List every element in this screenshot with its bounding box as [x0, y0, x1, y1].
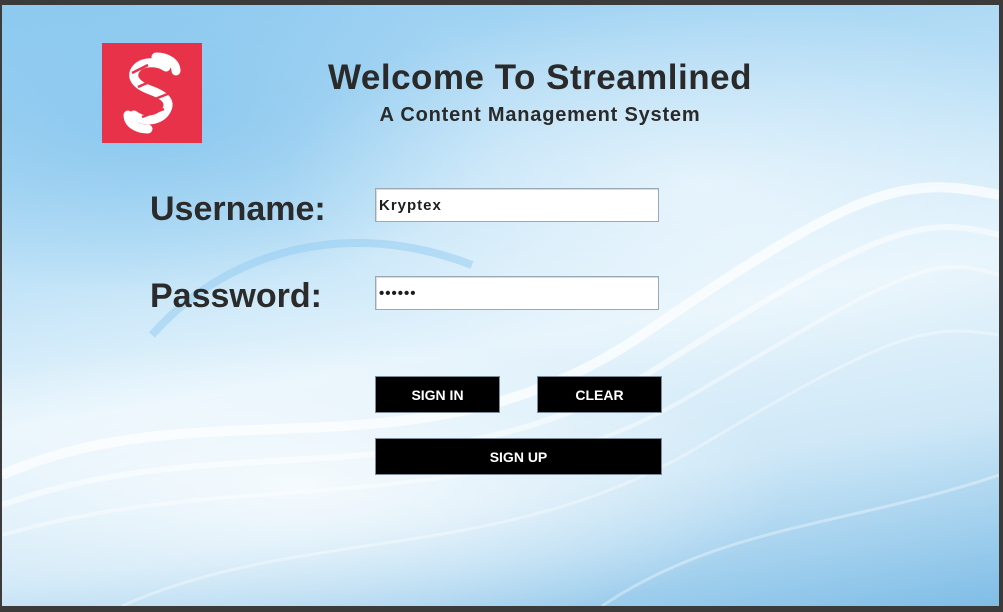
password-label: Password:	[150, 277, 322, 315]
page-subtitle: A Content Management System	[379, 104, 701, 126]
clear-button[interactable]: CLEAR	[537, 376, 662, 413]
sign-in-button[interactable]: SIGN IN	[375, 376, 500, 413]
username-label: Username:	[150, 190, 326, 228]
sign-up-button[interactable]: SIGN UP	[375, 438, 662, 475]
password-input[interactable]	[375, 276, 659, 310]
app-window: Welcome To Streamlined A Content Managem…	[0, 0, 1003, 612]
streamlined-logo-icon	[102, 43, 202, 143]
username-input[interactable]	[375, 188, 659, 222]
page-title: Welcome To Streamlined	[328, 58, 752, 97]
window-edge	[999, 0, 1003, 612]
